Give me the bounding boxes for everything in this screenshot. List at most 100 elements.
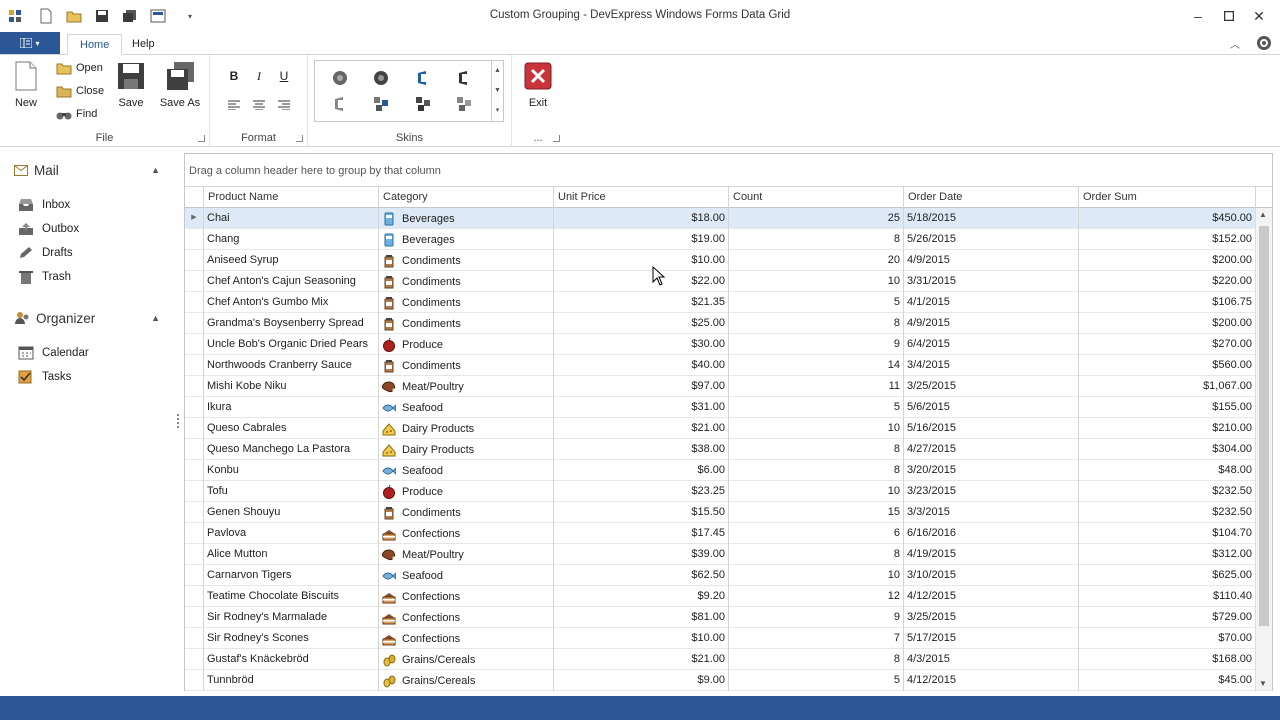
row-indicator[interactable] bbox=[185, 670, 204, 691]
gallery-scroll-down-icon[interactable]: ▼ bbox=[491, 81, 503, 101]
skin-tiles-icon[interactable] bbox=[373, 96, 389, 112]
splitter-grip[interactable] bbox=[177, 414, 179, 428]
cell-unit-price[interactable]: $6.00 bbox=[554, 460, 729, 481]
cell-order-sum[interactable]: $270.00 bbox=[1079, 334, 1256, 355]
cell-order-date[interactable]: 3/3/2015 bbox=[904, 502, 1079, 523]
row-indicator[interactable] bbox=[185, 418, 204, 439]
cell-order-sum[interactable]: $1,067.00 bbox=[1079, 376, 1256, 397]
column-header-product-name[interactable]: Product Name bbox=[204, 187, 379, 208]
cell-order-sum[interactable]: $200.00 bbox=[1079, 313, 1256, 334]
row-indicator[interactable] bbox=[185, 607, 204, 628]
nav-item-trash[interactable]: Trash bbox=[18, 267, 71, 287]
cell-order-sum[interactable]: $625.00 bbox=[1079, 565, 1256, 586]
skin-black-round-icon[interactable] bbox=[373, 70, 389, 86]
cell-count[interactable]: 10 bbox=[729, 271, 904, 292]
cell-count[interactable]: 5 bbox=[729, 292, 904, 313]
cell-count[interactable]: 8 bbox=[729, 229, 904, 250]
cell-unit-price[interactable]: $31.00 bbox=[554, 397, 729, 418]
cell-order-sum[interactable]: $45.00 bbox=[1079, 670, 1256, 691]
cell-count[interactable]: 9 bbox=[729, 334, 904, 355]
row-indicator[interactable] bbox=[185, 229, 204, 250]
cell-count[interactable]: 5 bbox=[729, 670, 904, 691]
cell-order-sum[interactable]: $232.50 bbox=[1079, 481, 1256, 502]
cell-category[interactable]: Seafood bbox=[379, 397, 554, 418]
cell-category[interactable]: Beverages bbox=[379, 208, 554, 229]
cell-order-sum[interactable]: $168.00 bbox=[1079, 649, 1256, 670]
row-indicator[interactable] bbox=[185, 397, 204, 418]
cell-category[interactable]: Grains/Cereals bbox=[379, 649, 554, 670]
cell-category[interactable]: Condiments bbox=[379, 313, 554, 334]
cell-product-name[interactable]: Ikura bbox=[204, 397, 379, 418]
maximize-icon[interactable] bbox=[1219, 6, 1239, 26]
cell-order-sum[interactable]: $220.00 bbox=[1079, 271, 1256, 292]
table-row[interactable]: Chef Anton's Gumbo Mix Condiments $21.35 5 4… bbox=[185, 292, 1272, 313]
row-indicator[interactable] bbox=[185, 250, 204, 271]
cell-count[interactable]: 8 bbox=[729, 544, 904, 565]
cell-order-sum[interactable]: $729.00 bbox=[1079, 607, 1256, 628]
row-indicator[interactable] bbox=[185, 544, 204, 565]
cell-unit-price[interactable]: $15.50 bbox=[554, 502, 729, 523]
cell-category[interactable]: Dairy Products bbox=[379, 418, 554, 439]
new-button[interactable]: New bbox=[3, 59, 49, 117]
cell-order-sum[interactable]: $560.00 bbox=[1079, 355, 1256, 376]
save-button[interactable]: Save bbox=[108, 59, 154, 117]
skin-tiles-light-icon[interactable] bbox=[456, 96, 472, 112]
align-center-button[interactable] bbox=[250, 97, 268, 115]
cell-product-name[interactable]: Chai bbox=[204, 208, 379, 229]
cell-product-name[interactable]: Chef Anton's Cajun Seasoning bbox=[204, 271, 379, 292]
cell-category[interactable]: Confections bbox=[379, 628, 554, 649]
vertical-scrollbar[interactable]: ▲ ▼ bbox=[1255, 208, 1272, 690]
cell-product-name[interactable]: Tofu bbox=[204, 481, 379, 502]
cell-unit-price[interactable]: $9.00 bbox=[554, 670, 729, 691]
cell-order-sum[interactable]: $232.50 bbox=[1079, 502, 1256, 523]
underline-button[interactable]: U bbox=[275, 67, 293, 85]
cell-order-sum[interactable]: $70.00 bbox=[1079, 628, 1256, 649]
tab-help[interactable]: Help bbox=[120, 34, 167, 55]
cell-order-date[interactable]: 3/10/2015 bbox=[904, 565, 1079, 586]
cell-category[interactable]: Produce bbox=[379, 481, 554, 502]
cell-product-name[interactable]: Pavlova bbox=[204, 523, 379, 544]
skin-tiles-dark-icon[interactable] bbox=[415, 96, 431, 112]
row-indicator[interactable] bbox=[185, 481, 204, 502]
row-indicator[interactable]: ▶ bbox=[185, 208, 204, 229]
cell-product-name[interactable]: Queso Manchego La Pastora bbox=[204, 439, 379, 460]
cell-unit-price[interactable]: $97.00 bbox=[554, 376, 729, 397]
column-header-count[interactable]: Count bbox=[729, 187, 904, 208]
cell-category[interactable]: Condiments bbox=[379, 355, 554, 376]
cell-category[interactable]: Produce bbox=[379, 334, 554, 355]
cell-unit-price[interactable]: $40.00 bbox=[554, 355, 729, 376]
table-row[interactable]: Tunnbröd Grains/Cereals $9.00 5 4/12/2015 $45… bbox=[185, 670, 1272, 691]
cell-unit-price[interactable]: $62.50 bbox=[554, 565, 729, 586]
table-row[interactable]: Alice Mutton Meat/Poultry $39.00 8 4/19/2015… bbox=[185, 544, 1272, 565]
close-button[interactable]: Close bbox=[56, 81, 104, 101]
cell-product-name[interactable]: Chef Anton's Gumbo Mix bbox=[204, 292, 379, 313]
table-row[interactable]: Grandma's Boysenberry Spread Condiments $2… bbox=[185, 313, 1272, 334]
cell-order-date[interactable]: 4/27/2015 bbox=[904, 439, 1079, 460]
cell-order-date[interactable]: 3/23/2015 bbox=[904, 481, 1079, 502]
cell-unit-price[interactable]: $18.00 bbox=[554, 208, 729, 229]
cell-unit-price[interactable]: $10.00 bbox=[554, 628, 729, 649]
cell-category[interactable]: Condiments bbox=[379, 292, 554, 313]
cell-unit-price[interactable]: $81.00 bbox=[554, 607, 729, 628]
cell-unit-price[interactable]: $23.25 bbox=[554, 481, 729, 502]
cell-count[interactable]: 15 bbox=[729, 502, 904, 523]
cell-count[interactable]: 7 bbox=[729, 628, 904, 649]
cell-category[interactable]: Confections bbox=[379, 586, 554, 607]
cell-unit-price[interactable]: $39.00 bbox=[554, 544, 729, 565]
align-left-button[interactable] bbox=[225, 97, 243, 115]
cell-product-name[interactable]: Northwoods Cranberry Sauce bbox=[204, 355, 379, 376]
cell-category[interactable]: Meat/Poultry bbox=[379, 376, 554, 397]
mail-group-header[interactable]: Mail ▲ bbox=[0, 157, 184, 183]
exit-button[interactable]: Exit bbox=[515, 59, 561, 117]
cell-category[interactable]: Dairy Products bbox=[379, 439, 554, 460]
cell-unit-price[interactable]: $21.00 bbox=[554, 649, 729, 670]
cell-product-name[interactable]: Teatime Chocolate Biscuits bbox=[204, 586, 379, 607]
row-indicator[interactable] bbox=[185, 502, 204, 523]
cell-order-date[interactable]: 4/9/2015 bbox=[904, 250, 1079, 271]
row-indicator[interactable] bbox=[185, 355, 204, 376]
cell-category[interactable]: Condiments bbox=[379, 250, 554, 271]
cell-order-sum[interactable]: $312.00 bbox=[1079, 544, 1256, 565]
cell-order-sum[interactable]: $304.00 bbox=[1079, 439, 1256, 460]
cell-category[interactable]: Seafood bbox=[379, 460, 554, 481]
table-row[interactable]: Chang Beverages $19.00 8 5/26/2015 $152.00 bbox=[185, 229, 1272, 250]
